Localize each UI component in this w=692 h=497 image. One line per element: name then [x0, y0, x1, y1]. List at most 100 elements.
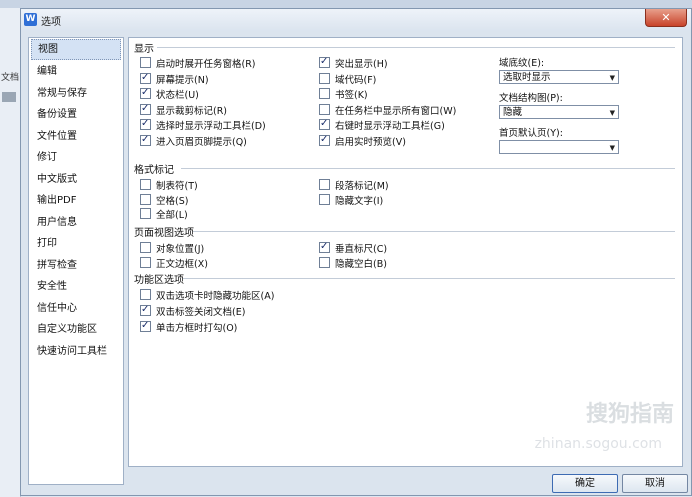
option-checkbox-row[interactable]: 书签(K): [319, 88, 368, 101]
field-shading-select[interactable]: 选取时显示 ▼: [499, 70, 619, 84]
option-checkbox-row[interactable]: 屏幕提示(N): [140, 71, 209, 86]
docmap-select[interactable]: 隐藏 ▼: [499, 105, 619, 119]
dropdown-arrow-icon: ▼: [609, 74, 615, 82]
option-checkbox-row[interactable]: 在任务栏中显示所有窗口(W): [319, 103, 457, 117]
option-label: 书签(K): [335, 90, 368, 101]
option-label: 隐藏文字(I): [335, 195, 384, 207]
option-checkbox-row[interactable]: 右键时显示浮动工具栏(G): [319, 117, 445, 132]
cancel-button[interactable]: 取消: [622, 474, 688, 493]
option-checkbox-row[interactable]: 进入页眉页脚提示(Q): [140, 133, 247, 148]
option-checkbox-row[interactable]: 显示裁剪标记(R): [140, 102, 228, 117]
option-label: 突出显示(H): [335, 59, 388, 70]
checkbox-checked[interactable]: [319, 55, 330, 68]
option-checkbox-row[interactable]: 双击选项卡时隐藏功能区(A): [140, 289, 274, 302]
checkbox-unchecked[interactable]: [140, 256, 151, 268]
app-side-block: [2, 92, 16, 102]
category-sidebar: 视图 编辑 常规与保存 备份设置 文件位置 修订 中文版式 输出PDF 用户信息 打印 拼写检查 安全…: [28, 37, 124, 485]
title-bar[interactable]: W 选项 ✕: [21, 9, 691, 31]
sidebar-item[interactable]: 常规与保存: [29, 83, 123, 105]
option-label: 制表符(T): [156, 181, 198, 192]
checkbox-unchecked[interactable]: [319, 88, 330, 99]
dropdown-arrow-icon: ▼: [609, 109, 615, 117]
checkbox-unchecked[interactable]: [140, 289, 151, 300]
section-page-view-heading: 页面视图选项: [134, 228, 194, 239]
option-label: 正文边框(X): [156, 258, 208, 270]
sidebar-item[interactable]: 打印: [29, 233, 123, 255]
option-checkbox-row[interactable]: 空格(S): [140, 193, 189, 207]
option-checkbox-row[interactable]: 双击标签关闭文档(E): [140, 303, 245, 318]
section-divider: [183, 278, 675, 279]
checkbox-checked[interactable]: [140, 133, 151, 146]
sidebar-item[interactable]: 自定义功能区: [29, 319, 123, 341]
sidebar-item[interactable]: 拼写检查: [29, 255, 123, 277]
checkbox-checked[interactable]: [140, 102, 151, 115]
sidebar-item[interactable]: 文件位置: [29, 126, 123, 148]
checkbox-checked[interactable]: [140, 117, 151, 130]
checkbox-unchecked[interactable]: [319, 193, 330, 205]
option-checkbox-row[interactable]: 对象位置(J): [140, 242, 204, 255]
docmap-value: 隐藏: [503, 107, 523, 118]
option-label: 在任务栏中显示所有窗口(W): [335, 105, 457, 117]
option-label: 启动时展开任务窗格(R): [156, 59, 256, 70]
section-divider: [181, 168, 675, 169]
sidebar-item[interactable]: 快速访问工具栏: [29, 341, 123, 363]
option-checkbox-row[interactable]: 突出显示(H): [319, 55, 388, 70]
section-divider: [193, 231, 675, 232]
option-label: 空格(S): [156, 195, 189, 207]
option-label: 显示裁剪标记(R): [156, 105, 228, 117]
option-label: 进入页眉页脚提示(Q): [156, 136, 247, 148]
sidebar-item[interactable]: 编辑: [29, 61, 123, 83]
sidebar-item[interactable]: 输出PDF: [29, 190, 123, 212]
view-options-panel: 显示 启动时展开任务窗格(R) 屏幕提示(N) 状态栏(U) 显示裁剪标记(R) 选择时…: [128, 37, 683, 467]
checkbox-checked[interactable]: [319, 117, 330, 130]
option-checkbox-row[interactable]: 制表符(T): [140, 179, 198, 192]
options-dialog: W 选项 ✕ 视图 编辑 常规与保存 备份设置 文件位置 修订 中文版式 输出PDF 用户信息打…: [20, 8, 692, 496]
option-checkbox-row[interactable]: 启用实时预览(V): [319, 133, 406, 148]
sidebar-item[interactable]: 用户信息: [29, 212, 123, 234]
option-label: 启用实时预览(V): [335, 136, 406, 148]
checkbox-unchecked[interactable]: [140, 208, 151, 219]
checkbox-checked[interactable]: [319, 133, 330, 146]
option-checkbox-row[interactable]: 选择时显示浮动工具栏(D): [140, 117, 266, 132]
option-label: 垂直标尺(C): [335, 244, 388, 255]
checkbox-unchecked[interactable]: [140, 242, 151, 253]
checkbox-unchecked[interactable]: [140, 179, 151, 190]
checkbox-unchecked[interactable]: [319, 72, 330, 84]
checkbox-unchecked[interactable]: [319, 103, 330, 115]
sidebar-item[interactable]: 中文版式: [29, 169, 123, 191]
dialog-title: 选项: [41, 17, 61, 28]
field-shading-value: 选取时显示: [503, 72, 551, 83]
checkbox-unchecked[interactable]: [319, 179, 330, 190]
option-checkbox-row[interactable]: 段落标记(M): [319, 179, 389, 192]
option-label: 右键时显示浮动工具栏(G): [335, 121, 445, 132]
checkbox-checked[interactable]: [319, 240, 330, 253]
option-checkbox-row[interactable]: 单击方框时打勾(O): [140, 319, 237, 334]
option-checkbox-row[interactable]: 正文边框(X): [140, 256, 208, 270]
checkbox-unchecked[interactable]: [140, 57, 151, 68]
sidebar-item[interactable]: 信任中心: [29, 298, 123, 320]
sidebar-item[interactable]: 视图: [31, 39, 121, 60]
first-page-select[interactable]: ▼: [499, 140, 619, 154]
checkbox-checked[interactable]: [140, 71, 151, 84]
option-checkbox-row[interactable]: 全部(L): [140, 208, 188, 221]
option-checkbox-row[interactable]: 启动时展开任务窗格(R): [140, 57, 256, 70]
docmap-label: 文档结构图(P):: [499, 93, 563, 104]
option-checkbox-row[interactable]: 隐藏文字(I): [319, 193, 384, 207]
option-checkbox-row[interactable]: 域代码(F): [319, 72, 376, 86]
ok-button[interactable]: 确定: [552, 474, 618, 493]
option-checkbox-row[interactable]: 垂直标尺(C): [319, 240, 388, 255]
sidebar-item[interactable]: 备份设置: [29, 104, 123, 126]
checkbox-checked[interactable]: [140, 86, 151, 99]
option-checkbox-row[interactable]: 状态栏(U): [140, 86, 199, 101]
checkbox-unchecked[interactable]: [140, 193, 151, 205]
checkbox-checked[interactable]: [140, 303, 151, 316]
field-shading-label: 域底纹(E):: [499, 58, 545, 69]
close-button[interactable]: ✕: [645, 9, 687, 27]
option-checkbox-row[interactable]: 隐藏空白(B): [319, 256, 387, 270]
checkbox-unchecked[interactable]: [319, 256, 330, 268]
section-divider: [157, 47, 675, 48]
checkbox-checked[interactable]: [140, 319, 151, 332]
sidebar-item[interactable]: 修订: [29, 147, 123, 169]
sidebar-item[interactable]: 安全性: [29, 276, 123, 298]
option-label: 屏幕提示(N): [156, 74, 209, 86]
